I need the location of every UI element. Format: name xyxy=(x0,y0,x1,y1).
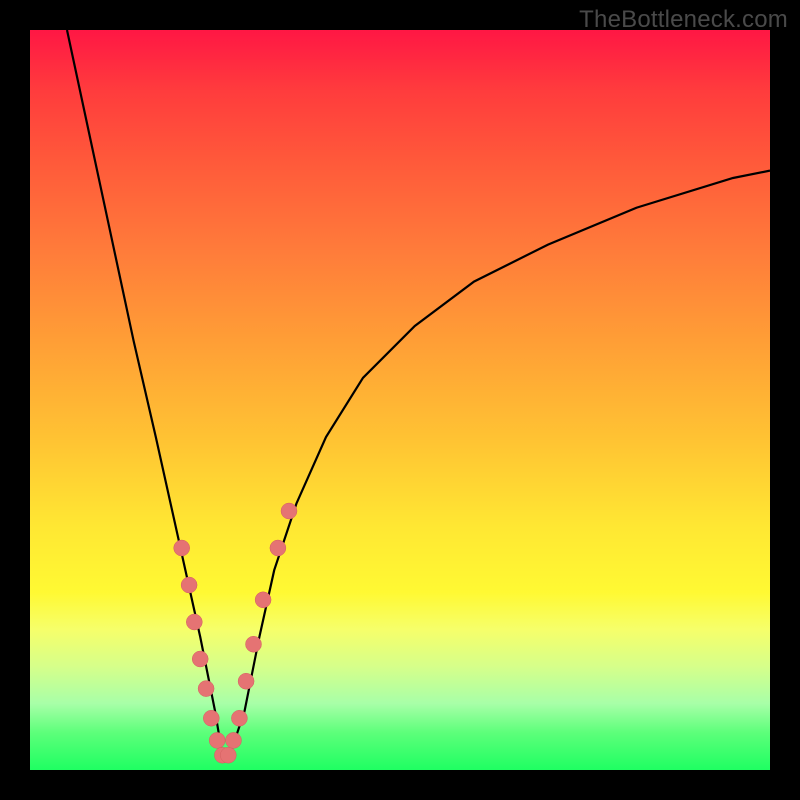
highlighted-dots xyxy=(174,503,297,763)
dot xyxy=(238,673,254,689)
watermark-text: TheBottleneck.com xyxy=(579,6,788,34)
dot xyxy=(186,614,202,630)
dot xyxy=(203,710,219,726)
dot xyxy=(192,651,208,667)
dot xyxy=(270,540,286,556)
bottleneck-curve xyxy=(67,30,770,755)
chart-svg xyxy=(30,30,770,770)
chart-frame: TheBottleneck.com xyxy=(0,0,800,800)
dot xyxy=(246,636,262,652)
dot xyxy=(220,747,236,763)
dot xyxy=(226,732,242,748)
dot xyxy=(209,732,225,748)
dot xyxy=(198,681,214,697)
dot xyxy=(174,540,190,556)
plot-area xyxy=(30,30,770,770)
dot xyxy=(281,503,297,519)
dot xyxy=(231,710,247,726)
dot xyxy=(255,592,271,608)
dot xyxy=(181,577,197,593)
